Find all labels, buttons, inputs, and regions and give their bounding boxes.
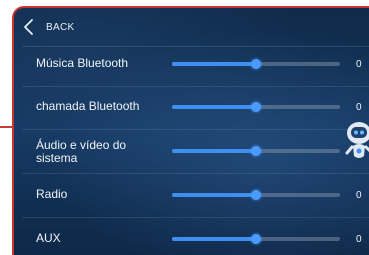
back-button[interactable]: BACK [14, 8, 84, 46]
slider-fill [172, 149, 256, 153]
row-label-aux: AUX [36, 231, 61, 245]
chevron-left-icon [24, 19, 33, 35]
slider-radio[interactable] [172, 190, 340, 200]
header-divider [22, 46, 369, 47]
slider-bluetooth-music[interactable] [172, 59, 340, 69]
row-value-bluetooth-music: 0 [356, 59, 362, 70]
row-divider [22, 86, 369, 87]
row-value-radio: 0 [356, 190, 362, 201]
row-label-bluetooth-music: Música Bluetooth [36, 56, 129, 70]
slider-knob[interactable] [251, 59, 261, 69]
slider-knob[interactable] [251, 146, 261, 156]
header: BACK [14, 8, 369, 46]
slider-fill [172, 105, 256, 109]
slider-knob[interactable] [251, 190, 261, 200]
row-value-aux: 0 [356, 234, 362, 245]
slider-system-av[interactable] [172, 146, 340, 156]
slider-bluetooth-call[interactable] [172, 102, 340, 112]
slider-fill [172, 62, 256, 66]
row-value-bluetooth-call: 0 [356, 102, 362, 113]
slider-knob[interactable] [251, 102, 261, 112]
row-divider [22, 217, 369, 218]
slider-aux[interactable] [172, 234, 340, 244]
volume-settings-screen: BACK Música Bluetooth 0 chamada Bluetoot… [12, 6, 369, 255]
row-divider [22, 129, 369, 130]
robot-icon[interactable] [344, 120, 369, 166]
row-label-system-av: Áudio e vídeo do sistema [36, 138, 127, 165]
slider-knob[interactable] [251, 234, 261, 244]
row-divider [22, 173, 369, 174]
row-label-bluetooth-call: chamada Bluetooth [36, 99, 140, 113]
back-label: BACK [46, 21, 75, 33]
slider-fill [172, 237, 256, 241]
slider-fill [172, 193, 256, 197]
row-label-radio: Radio [36, 187, 68, 201]
